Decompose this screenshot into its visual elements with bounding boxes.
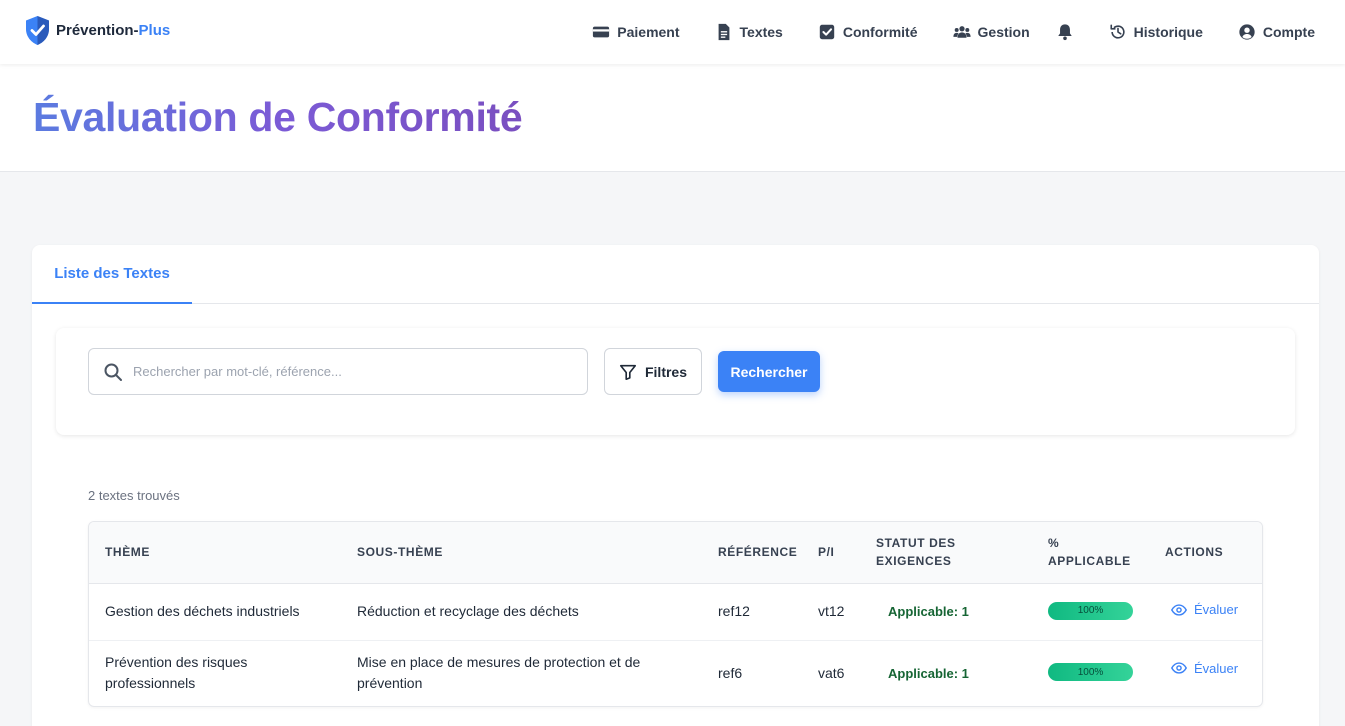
search-icon [104, 363, 122, 381]
column-header-pi[interactable]: P/I [802, 522, 860, 583]
cell-pi: vt12 [818, 603, 845, 619]
column-header-status[interactable]: STATUT DES EXIGENCES [860, 522, 1032, 583]
cell-applicable: 100% [1032, 583, 1149, 640]
cell-reference: ref12 [718, 603, 750, 619]
main-nav: Paiement Textes Conformité Gestion Histo… [557, 0, 1315, 64]
history-icon [1110, 24, 1125, 39]
table-row[interactable]: Gestion des déchets industriels Réductio… [89, 583, 1262, 640]
evaluate-label: Évaluer [1194, 602, 1239, 617]
nav-compliance[interactable]: Conformité [818, 23, 918, 41]
tab-texts-list[interactable]: Liste des Textes [32, 245, 192, 304]
eye-icon [1171, 603, 1187, 616]
column-header-subtheme[interactable]: SOUS-THÈME [341, 522, 702, 583]
applicable-progress-bar: 100% [1048, 663, 1133, 682]
nav-texts[interactable]: Textes [715, 23, 783, 41]
cell-theme: Gestion des déchets industriels [105, 603, 300, 619]
filters-button[interactable]: Filtres [604, 348, 702, 395]
search-button[interactable]: Rechercher [718, 351, 820, 392]
nav-texts-label: Textes [739, 24, 783, 40]
filter-icon [619, 364, 636, 380]
column-header-applicable[interactable]: % APPLICABLE [1032, 522, 1149, 583]
evaluate-button[interactable]: Évaluer [1165, 599, 1262, 620]
table-header-row: THÈME SOUS-THÈME RÉFÉRENCE P/I STATUT DE… [89, 522, 1262, 583]
nav-management-label: Gestion [977, 24, 1030, 40]
cell-status: Applicable: 1 [860, 640, 1032, 706]
cell-theme: Prévention des risques professionnels [105, 654, 248, 692]
tab-bar: Liste des Textes [32, 245, 1319, 304]
nav-payment-label: Paiement [617, 24, 680, 40]
evaluate-button[interactable]: Évaluer [1165, 658, 1262, 679]
credit-card-icon [593, 26, 610, 38]
cell-actions: Évaluer [1149, 640, 1262, 706]
status-badge: Applicable: 1 [888, 665, 969, 681]
cell-status: Applicable: 1 [860, 583, 1032, 640]
cell-actions: Évaluer [1149, 583, 1262, 640]
bell-icon [1057, 24, 1072, 41]
page-header: Évaluation de Conformité [0, 64, 1345, 172]
brand-name: Prévention-Plus [56, 22, 171, 39]
top-navbar: Prévention-Plus Paiement Textes Conformi… [0, 0, 1345, 64]
column-header-theme[interactable]: THÈME [89, 522, 341, 583]
column-header-reference[interactable]: RÉFÉRENCE [702, 522, 802, 583]
applicable-progress-bar: 100% [1048, 601, 1133, 620]
results-count: 2 textes trouvés [88, 488, 180, 503]
evaluate-label: Évaluer [1194, 660, 1239, 676]
cell-pi: vat6 [818, 664, 845, 681]
cell-reference: ref6 [718, 664, 743, 681]
cell-applicable: 100% [1032, 640, 1149, 706]
nav-account-label: Compte [1262, 24, 1315, 40]
file-text-icon [718, 23, 729, 41]
checkbox-checked-icon [819, 24, 835, 40]
nav-payment[interactable]: Paiement [592, 23, 680, 41]
user-circle-icon [1239, 24, 1255, 40]
column-header-actions: ACTIONS [1165, 545, 1224, 560]
nav-compliance-label: Conformité [842, 24, 918, 40]
nav-history-label: Historique [1133, 24, 1203, 40]
eye-icon [1171, 662, 1187, 674]
brand-logo[interactable]: Prévention-Plus [25, 15, 170, 46]
users-icon [952, 26, 971, 38]
cell-subtheme: Mise en place de mesures de protection e… [357, 654, 641, 692]
search-panel: Filtres Rechercher [56, 328, 1295, 435]
status-badge: Applicable: 1 [888, 604, 969, 619]
texts-table: THÈME SOUS-THÈME RÉFÉRENCE P/I STATUT DE… [88, 521, 1263, 707]
nav-account[interactable]: Compte [1238, 23, 1315, 41]
page-title: Évaluation de Conformité [33, 94, 523, 140]
table-row[interactable]: Prévention des risques professionnels Mi… [89, 640, 1262, 706]
cell-subtheme: Réduction et recyclage des déchets [357, 603, 579, 619]
nav-management[interactable]: Gestion [952, 23, 1030, 41]
texts-card: Liste des Textes Filtres Rechercher 2 te… [32, 245, 1319, 726]
notifications-button[interactable] [1056, 23, 1074, 41]
filters-label: Filtres [644, 363, 687, 380]
search-input[interactable] [133, 364, 553, 379]
nav-history[interactable]: Historique [1109, 23, 1203, 41]
search-field[interactable] [88, 348, 588, 395]
shield-check-icon [26, 16, 49, 45]
